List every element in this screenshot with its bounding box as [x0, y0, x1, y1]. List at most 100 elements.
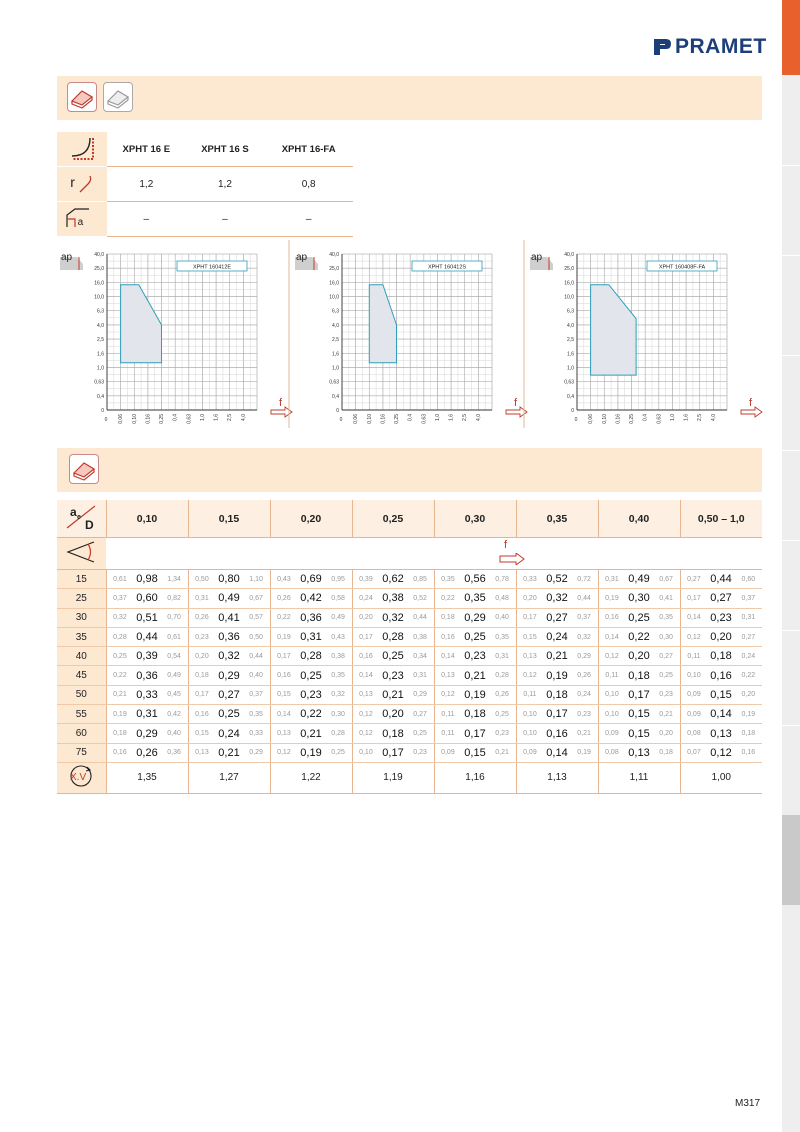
feed-range-value: 0,10 — [597, 685, 626, 706]
feed-range-value: 0,33 — [242, 723, 270, 744]
y-tick-label: 0,63 — [94, 380, 104, 386]
xv-value: 1,11 — [597, 762, 680, 794]
feed-range-value: 0,09 — [515, 743, 544, 763]
table-row: 75 0,16 0,26 0,36 0,13 0,21 0,29 0,12 0,19 0,25 0,… — [57, 743, 762, 763]
x-axis-label: f — [279, 397, 283, 409]
feed-range-value: 0,17 — [269, 646, 298, 667]
feed-value: 0,16 — [543, 723, 571, 744]
feed-value: 0,49 — [215, 588, 243, 609]
feed-value: 0,44 — [707, 569, 735, 590]
side-tab-grey[interactable] — [782, 815, 800, 905]
x-tick-label: 2,5 — [462, 414, 468, 421]
xv-row: X.V 1,35 1,27 1,22 1,19 1,16 1,13 1,11 1,00 — [57, 762, 762, 794]
feed-value: 0,16 — [707, 665, 735, 686]
chart-3: 40,0 25,0 16,0 10,0 6,3 4,0 2,5 1,6 1,0 0,63 0,4 0 0… — [523, 240, 763, 430]
feed-range-value: 0,18 — [105, 723, 134, 744]
feed-value: 0,49 — [625, 569, 653, 590]
y-tick-label: 0 — [336, 408, 339, 414]
x-tick-label: 1,0 — [435, 414, 441, 421]
feed-value: 0,12 — [707, 743, 735, 763]
feed-value: 0,52 — [543, 569, 571, 590]
feed-range-value: 0,35 — [433, 569, 462, 590]
feed-range-value: 0,14 — [597, 627, 626, 648]
feed-value: 0,20 — [707, 627, 735, 648]
chart-title-box: XPHT 160408F-FA — [646, 260, 718, 272]
feed-range-value: 0,61 — [160, 627, 188, 648]
feed-value: 0,80 — [215, 569, 243, 590]
side-tab-divider — [782, 255, 800, 256]
feed-value: 0,19 — [461, 685, 489, 706]
feed-range-value: 0,32 — [105, 608, 134, 628]
chart-1: 40,0 25,0 16,0 10,0 6,3 4,0 2,5 1,6 1,0 0,63 0,4 0 0… — [57, 240, 293, 430]
y-tick-label: 40,0 — [564, 252, 574, 258]
feed-range-value: 0,12 — [269, 743, 298, 763]
feed-range-value: 0,22 — [269, 608, 298, 628]
feed-value: 0,18 — [379, 723, 407, 744]
feed-range-value: 0,67 — [242, 588, 270, 609]
feed-value: 0,13 — [707, 723, 735, 744]
feed-range-value: 0,25 — [488, 704, 516, 725]
table-row: 45 0,22 0,36 0,49 0,18 0,29 0,40 0,16 0,25 0,35 0,… — [57, 665, 762, 686]
feed-range-value: 0,14 — [679, 608, 708, 628]
feed-range-value: 0,38 — [406, 627, 434, 648]
feed-value: 0,23 — [379, 665, 407, 686]
side-tab-divider — [782, 630, 800, 631]
feed-range-value: 0,23 — [187, 627, 216, 648]
ae-d-cell: a e D — [57, 500, 106, 538]
feed-value: 0,27 — [707, 588, 735, 609]
ae-ratio-header: 0,30 — [433, 500, 516, 538]
x-axis-label: f — [749, 397, 753, 409]
chart-title: XPHT 160412S — [428, 265, 466, 271]
y-axis-label: ap — [531, 252, 543, 263]
feed-range-value: 0,09 — [597, 723, 626, 744]
feed-range-value: 0,37 — [105, 588, 134, 609]
side-index-tabs — [782, 0, 800, 1132]
angle-cell — [57, 537, 106, 570]
angle-value: 40 — [57, 646, 106, 667]
feed-range-value: 0,08 — [679, 723, 708, 744]
feed-value: 0,31 — [297, 627, 325, 648]
y-tick-label: 1,0 — [97, 365, 104, 371]
re-value: 1,2 — [185, 166, 265, 202]
chamfer-value: – — [107, 201, 186, 237]
feed-value: 0,27 — [215, 685, 243, 706]
feed-range-value: 0,21 — [105, 685, 134, 706]
feed-value: 0,31 — [133, 704, 161, 725]
x-tick-label: 0 — [575, 417, 578, 423]
feed-range-value: 0,35 — [652, 608, 680, 628]
feed-range-value: 0,37 — [734, 588, 762, 609]
feed-value: 0,38 — [379, 588, 407, 609]
chart-svg: 40,025,016,010,06,34,02,51,61,00,630,400… — [523, 240, 763, 428]
chamfer-value: – — [185, 201, 265, 237]
insert-geometry-table: XPHT 16 E XPHT 16 S XPHT 16-FA r 1,2 1,2… — [57, 132, 353, 237]
chamfer-row: a – – – — [57, 201, 353, 237]
feed-value: 0,22 — [625, 627, 653, 648]
y-tick-label: 0,63 — [329, 380, 339, 386]
ae-d-ratio-icon: a e D — [66, 505, 96, 532]
x-tick-label: 4,0 — [476, 414, 482, 421]
y-tick-label: 2,5 — [567, 337, 574, 343]
feed-range-value: 0,82 — [160, 588, 188, 609]
feed-range-value: 1,10 — [242, 569, 270, 590]
ap-depth-icon: ap — [295, 252, 318, 270]
f-label: f — [504, 539, 508, 551]
feed-value: 0,18 — [461, 704, 489, 725]
feed-range-value: 0,17 — [187, 685, 216, 706]
corner-icon-cell — [57, 132, 107, 167]
feed-range-value: 0,18 — [652, 743, 680, 763]
feed-range-value: 0,25 — [105, 646, 134, 667]
feed-range-value: 0,24 — [351, 588, 380, 609]
feed-range-value: 0,11 — [433, 704, 462, 725]
table-row: 60 0,18 0,29 0,40 0,15 0,24 0,33 0,13 0,21 0,28 0,… — [57, 723, 762, 744]
side-tab-active[interactable] — [782, 0, 800, 75]
ae-ratio-header: 0,35 — [515, 500, 598, 538]
y-tick-label: 16,0 — [94, 280, 104, 286]
feed-range-value: 0,31 — [488, 646, 516, 667]
y-tick-label: 4,0 — [567, 323, 574, 329]
feed-range-value: 0,28 — [105, 627, 134, 648]
xv-value: 1,35 — [105, 762, 188, 794]
insert-xpht16e: XPHT 16 E — [107, 132, 186, 167]
feed-range-value: 0,12 — [515, 665, 544, 686]
d-symbol: D — [85, 518, 94, 532]
feed-range-value: 0,44 — [406, 608, 434, 628]
